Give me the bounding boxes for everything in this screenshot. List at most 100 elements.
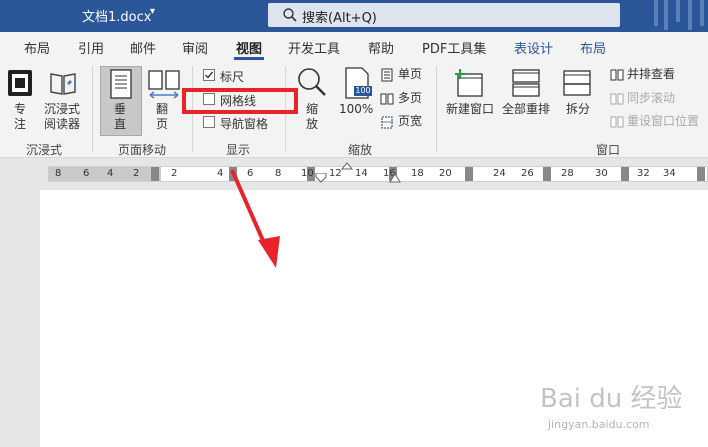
navigation-pane-label: 导航窗格 [220, 117, 269, 131]
ruler-marker [465, 167, 473, 181]
arrange-all-button[interactable]: 全部重排 [502, 102, 550, 117]
flip-label-1: 翻 [156, 102, 169, 116]
vertical-button[interactable]: 垂 直 [114, 102, 126, 132]
new-window-icon [455, 69, 483, 97]
right-indent-marker-icon[interactable] [389, 173, 401, 183]
split-button[interactable]: 拆分 [566, 102, 590, 117]
side-by-side-icon [610, 69, 624, 81]
horizontal-ruler[interactable]: 8 6 4 2 2 4 6 8 10 12 14 16 18 20 24 26 … [48, 162, 708, 183]
tab-mailings[interactable]: 邮件 [130, 38, 156, 57]
ruler-number: 34 [663, 168, 676, 179]
watermark-url: jingyan.baidu.com [548, 418, 650, 431]
new-window-button[interactable]: 新建窗口 [446, 102, 494, 117]
reader-label-1: 沉浸式 [44, 102, 81, 116]
checkmark-icon [205, 71, 214, 79]
ruler-number: 18 [411, 168, 424, 179]
ruler-number: 28 [561, 168, 574, 179]
zoom-label-2: 放 [306, 117, 319, 131]
one-page-button[interactable]: 单页 [398, 67, 422, 82]
reader-label-2: 阅读器 [44, 117, 81, 131]
navigation-pane-checkbox[interactable] [203, 116, 215, 128]
ruler-number: 6 [83, 168, 90, 179]
ruler-marker [697, 167, 705, 181]
group-window-label: 窗口 [596, 143, 621, 157]
document-title[interactable]: 文档1.docx [82, 6, 151, 25]
flip-label-2: 页 [156, 117, 169, 131]
zoom-100-badge: 100 [354, 86, 372, 96]
arrange-all-icon [512, 69, 540, 97]
vertical-page-icon [110, 69, 132, 99]
group-separator [92, 66, 93, 152]
ruler-label: 标尺 [220, 70, 245, 84]
focus-label-1: 专 [14, 102, 27, 116]
focus-label-2: 注 [14, 117, 27, 131]
ruler-number: 4 [217, 168, 224, 179]
zoom-button[interactable]: 缩 放 [306, 102, 318, 132]
zoom-label-1: 缩 [306, 102, 319, 116]
title-bar: 文档1.docx ▾ 搜索(Alt+Q) [0, 0, 708, 32]
page-width-button[interactable]: 页宽 [398, 114, 422, 129]
ribbon-tabs: 布局 引用 邮件 审阅 视图 开发工具 帮助 PDF工具集 表设计 布局 [0, 32, 708, 60]
group-zoom-label: 缩放 [348, 143, 373, 157]
tab-references[interactable]: 引用 [78, 38, 104, 57]
side-by-side-button[interactable]: 并排查看 [627, 67, 675, 82]
ruler-number: 30 [595, 168, 608, 179]
tab-developer[interactable]: 开发工具 [288, 38, 340, 57]
ruler-number: 4 [107, 168, 114, 179]
gridlines-highlight-box [182, 88, 298, 114]
page-width-icon [381, 116, 393, 129]
immersive-reader-icon [50, 73, 76, 95]
search-box[interactable]: 搜索(Alt+Q) [268, 3, 620, 27]
tab-review[interactable]: 审阅 [182, 38, 208, 57]
focus-icon [8, 70, 32, 96]
tab-view[interactable]: 视图 [236, 38, 262, 57]
immersive-reader-button[interactable]: 沉浸式 阅读器 [44, 102, 80, 132]
focus-button[interactable]: 专 注 [14, 102, 26, 132]
annotation-arrow-icon [230, 169, 280, 268]
group-show-label: 显示 [226, 143, 251, 157]
tab-table-layout[interactable]: 布局 [580, 38, 606, 57]
tab-pdf-tools[interactable]: PDF工具集 [422, 38, 486, 57]
split-icon [563, 70, 591, 96]
ruler-checkbox[interactable] [203, 69, 215, 81]
ruler-number: 24 [493, 168, 506, 179]
group-immersive-label: 沉浸式 [26, 143, 63, 157]
vertical-label-2: 直 [114, 117, 127, 131]
side-to-side-button[interactable]: 翻 页 [156, 102, 168, 132]
ruler-number: 20 [439, 168, 452, 179]
multiple-pages-button[interactable]: 多页 [398, 91, 422, 106]
ruler-marker [621, 167, 629, 181]
ruler-number: 2 [133, 168, 140, 179]
side-to-side-icon [148, 70, 180, 99]
ruler-marker [151, 167, 159, 181]
ruler-number: 14 [355, 168, 368, 179]
ruler-number: 2 [171, 168, 178, 179]
tab-table-design[interactable]: 表设计 [514, 38, 553, 57]
watermark-brand: Bai du 经验 [540, 384, 683, 414]
group-page-movement-label: 页面移动 [118, 143, 167, 157]
reset-window-position-button[interactable]: 重设窗口位置 [627, 114, 699, 129]
one-page-icon [381, 68, 393, 82]
ruler-number: 8 [55, 168, 62, 179]
ruler-marker [543, 167, 551, 181]
tab-help[interactable]: 帮助 [368, 38, 394, 57]
sync-scroll-icon [610, 93, 624, 105]
title-decoration-icon [654, 0, 704, 30]
multiple-pages-icon [380, 93, 394, 105]
ribbon: 专 注 沉浸式 阅读器 沉浸式 垂 直 翻 页 页面移动 标尺 网格线 导航窗格… [0, 60, 708, 158]
vertical-label-1: 垂 [114, 102, 127, 116]
zoom-icon [298, 68, 326, 96]
group-separator [436, 66, 437, 152]
reset-window-position-icon [610, 116, 624, 128]
hanging-indent-marker-icon[interactable] [341, 162, 353, 170]
sync-scroll-button[interactable]: 同步滚动 [627, 91, 675, 106]
search-placeholder: 搜索(Alt+Q) [302, 11, 377, 26]
zoom-100-button[interactable]: 100% [339, 102, 373, 117]
ruler-number: 26 [521, 168, 534, 179]
ruler-left-margin [49, 167, 161, 181]
chevron-down-icon[interactable]: ▾ [150, 6, 155, 17]
ruler-number: 12 [329, 168, 342, 179]
search-icon [283, 8, 297, 22]
first-line-indent-marker-icon[interactable] [315, 173, 327, 183]
tab-layout[interactable]: 布局 [24, 38, 50, 57]
